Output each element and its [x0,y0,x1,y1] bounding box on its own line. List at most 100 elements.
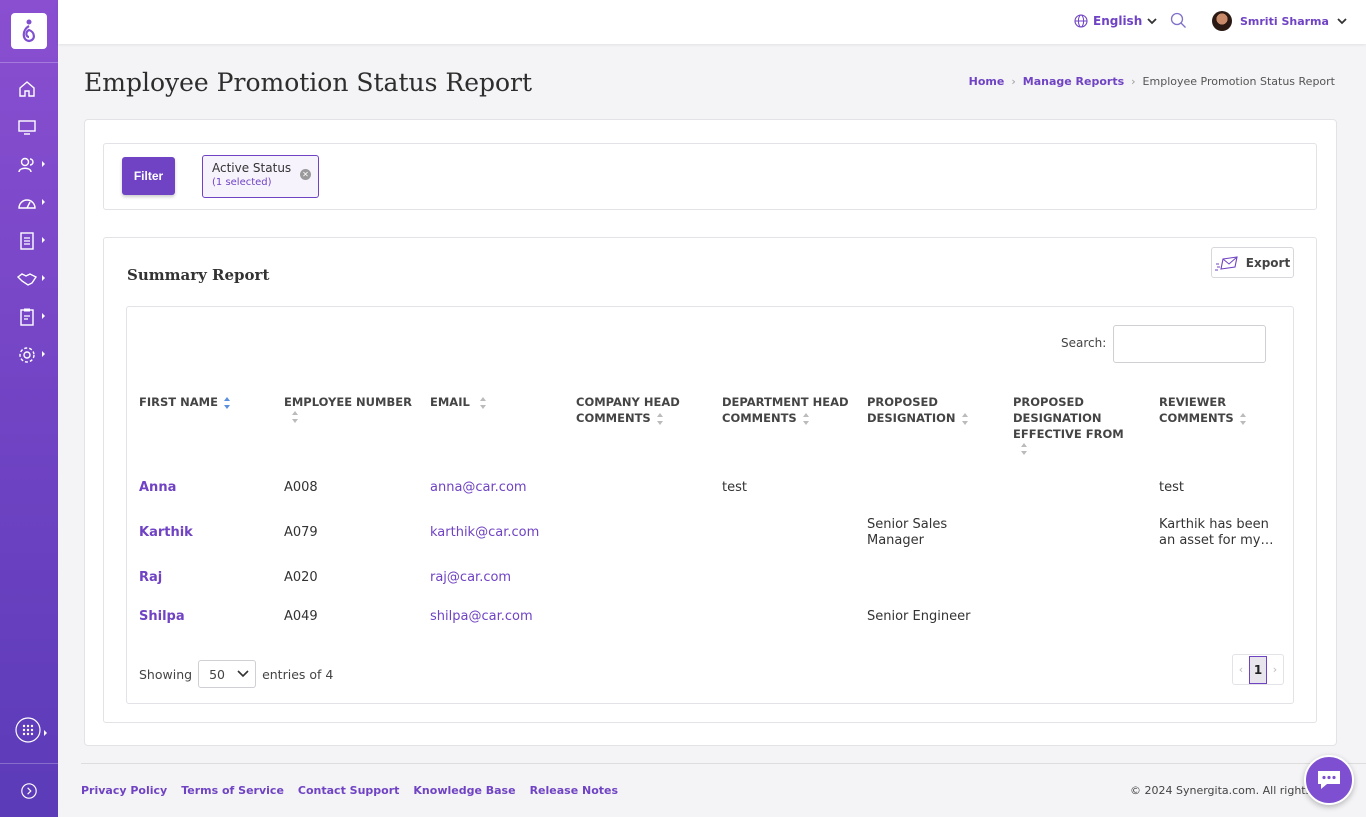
global-search-button[interactable] [1170,12,1187,33]
handshake-icon [17,273,37,286]
breadcrumb-current: Employee Promotion Status Report [1142,75,1335,88]
chevron-down-icon [1147,18,1157,25]
showing-label: Showing [139,666,193,682]
header-label: COMMENTS [576,411,651,425]
user-name: Smriti Sharma [1240,14,1329,28]
cell-proposed-designation: Senior Engineer [867,609,971,624]
entries-label: entries of 4 [262,666,334,682]
breadcrumb-separator-icon: › [1011,75,1016,88]
cell-employee-number: A079 [284,525,318,540]
filter-chip-count: (1 selected) [212,177,272,188]
privacy-policy-link[interactable]: Privacy Policy [81,784,167,797]
header-label: EMPLOYEE NUMBER [284,395,412,409]
cell-first-name[interactable]: Shilpa [139,609,185,625]
caret-right-icon [42,237,45,243]
globe-icon [1074,14,1088,28]
column-header-company-head-comments[interactable]: COMPANY HEAD COMMENTS [576,394,680,426]
user-menu[interactable]: Smriti Sharma [1212,11,1347,31]
cell-employee-number: A020 [284,570,318,585]
caret-right-icon [44,730,47,736]
monitor-icon [18,120,36,135]
column-header-reviewer-comments[interactable]: REVIEWER COMMENTS [1159,394,1247,426]
header-label: DEPARTMENT HEAD [722,395,849,409]
sidebar-divider [0,62,58,63]
document-list-icon [20,232,34,250]
header-label: PROPOSED [1013,395,1084,409]
export-label: Export [1245,255,1291,270]
app-logo[interactable] [11,13,47,49]
header-label: COMMENTS [722,411,797,425]
nav-reports[interactable] [17,230,45,252]
nav-people[interactable] [17,154,45,176]
sort-icon [1239,412,1247,425]
header-label: REVIEWER [1159,395,1227,409]
page-1-button[interactable]: 1 [1249,655,1267,684]
nav-settings[interactable] [17,344,45,366]
filter-button[interactable]: Filter [122,157,175,195]
sidebar [0,0,58,817]
release-notes-link[interactable]: Release Notes [530,784,618,797]
nav-dashboard[interactable] [17,116,43,138]
page-length-select[interactable]: 50 [198,660,257,688]
header-label: EMAIL [430,395,470,409]
sort-icon [292,411,299,423]
sidebar-expand-button[interactable] [20,780,46,802]
export-icon [1214,255,1238,270]
logo-icon [22,19,35,43]
sort-ascending-icon [223,396,231,409]
cell-employee-number: A008 [284,480,318,495]
search-icon [1170,12,1186,28]
summary-title: Summary Report [127,266,270,284]
cell-email[interactable]: anna@car.com [430,480,527,496]
contact-support-link[interactable]: Contact Support [298,784,400,797]
cell-proposed-designation: Senior Sales Manager [867,517,947,549]
home-icon [19,81,35,97]
breadcrumb-home[interactable]: Home [969,75,1005,88]
cell-reviewer-comments: Karthik has been an asset for my… [1159,517,1273,549]
apps-launcher[interactable] [15,717,47,743]
active-status-filter-chip[interactable]: Active Status (1 selected) ✕ [202,155,319,198]
nav-engagement[interactable] [17,268,45,290]
caret-right-icon [42,313,45,319]
column-header-proposed-designation[interactable]: PROPOSED DESIGNATION [867,394,969,426]
terms-of-service-link[interactable]: Terms of Service [181,784,284,797]
export-button[interactable]: Export [1211,247,1294,278]
header-label: COMMENTS [1159,411,1234,425]
cell-first-name[interactable]: Raj [139,570,162,586]
remove-filter-icon[interactable]: ✕ [300,169,311,180]
header-label: DESIGNATION [1013,411,1102,425]
language-label: English [1093,14,1143,28]
chat-icon [1318,771,1340,789]
footer-links: Privacy Policy Terms of Service Contact … [81,784,618,797]
table-search-input[interactable] [1113,325,1266,363]
table-length-control: Showing 50 entries of 4 [139,660,333,688]
cell-email[interactable]: shilpa@car.com [430,609,533,625]
nav-performance[interactable] [17,192,45,214]
column-header-first-name[interactable]: FIRST NAME [139,394,231,410]
knowledge-base-link[interactable]: Knowledge Base [413,784,515,797]
filter-panel: Filter Active Status (1 selected) ✕ [103,143,1317,210]
filter-chip-title: Active Status [212,161,292,175]
next-page-button[interactable]: › [1267,663,1283,676]
nav-home[interactable] [17,78,43,100]
cell-first-name[interactable]: Karthik [139,525,193,541]
breadcrumb-separator-icon: › [1131,75,1136,88]
avatar [1212,11,1232,31]
header-label: DESIGNATION [867,411,956,425]
chevron-down-icon [237,670,249,678]
cell-email[interactable]: karthik@car.com [430,525,539,541]
column-header-employee-number[interactable]: EMPLOYEE NUMBER [284,394,412,423]
cell-first-name[interactable]: Anna [139,480,176,496]
cell-email[interactable]: raj@car.com [430,570,511,586]
users-icon [18,157,34,173]
caret-right-icon [42,161,45,167]
previous-page-button[interactable]: ‹ [1233,663,1249,676]
breadcrumb-manage-reports[interactable]: Manage Reports [1023,75,1124,88]
nav-surveys[interactable] [17,306,45,328]
chat-button[interactable] [1304,755,1354,805]
breadcrumb: Home › Manage Reports › Employee Promoti… [969,75,1335,88]
column-header-proposed-designation-effective-from[interactable]: PROPOSED DESIGNATION EFFECTIVE FROM [1013,394,1124,455]
column-header-email[interactable]: EMAIL [430,394,487,410]
column-header-department-head-comments[interactable]: DEPARTMENT HEAD COMMENTS [722,394,849,426]
language-selector[interactable]: English [1074,14,1157,28]
